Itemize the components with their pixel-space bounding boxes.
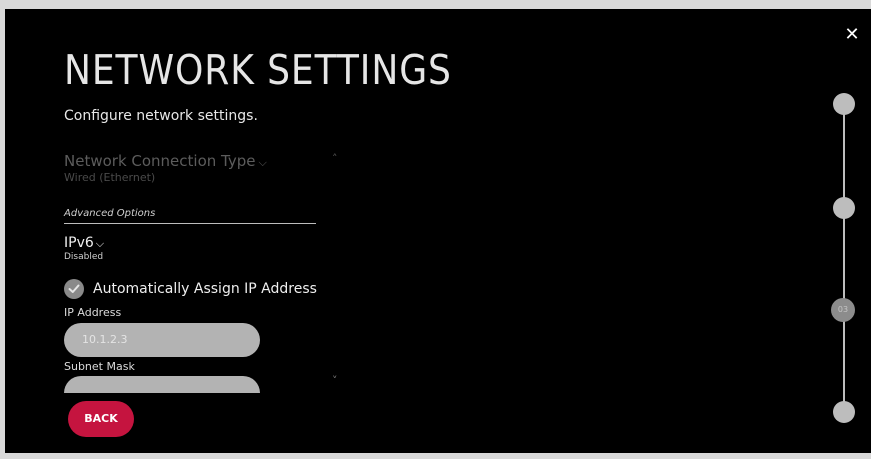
step-2-dot [833,197,855,219]
ipv6-label: IPv6 [64,235,94,251]
auto-assign-ip-label: Automatically Assign IP Address [93,281,317,297]
ipv6-dropdown[interactable]: IPv6 ⌵ Disabled [64,235,104,262]
ipv6-label-row: IPv6 ⌵ [64,235,104,251]
stepper-track [843,102,845,412]
chevron-down-icon: ⌵ [95,237,105,250]
page-title: NETWORK SETTINGS [64,46,452,94]
connection-type-value: Wired (Ethernet) [64,171,156,184]
chevron-down-icon: ⌵ [258,156,267,169]
subnet-mask-label: Subnet Mask [64,360,135,373]
close-button[interactable]: ✕ [841,24,863,46]
advanced-options-divider [64,223,316,224]
connection-type-label: Network Connection Type [64,152,256,170]
page-subtitle: Configure network settings. [64,108,258,124]
ip-address-field[interactable]: 10.1.2.3 [64,323,260,357]
scroll-down-icon[interactable]: ˅ [332,374,338,387]
ipv6-value: Disabled [64,252,104,262]
close-icon: ✕ [844,24,860,45]
advanced-options-label: Advanced Options [64,208,156,219]
ip-address-label: IP Address [64,306,122,319]
scroll-up-icon[interactable]: ˄ [332,152,338,165]
network-settings-screen: NETWORK SETTINGS Configure network setti… [5,9,871,453]
auto-assign-ip-checkbox[interactable]: Automatically Assign IP Address [64,279,317,299]
back-button[interactable]: BACK [68,401,134,437]
step-4-dot [833,401,855,423]
checkmark-icon [64,279,84,299]
step-1-dot [833,93,855,115]
step-current-dot: 03 [831,298,855,322]
connection-type-label-row: Network Connection Type ⌵ [64,152,267,170]
network-connection-type-dropdown[interactable]: Network Connection Type ⌵ Wired (Ethernet… [64,152,267,184]
